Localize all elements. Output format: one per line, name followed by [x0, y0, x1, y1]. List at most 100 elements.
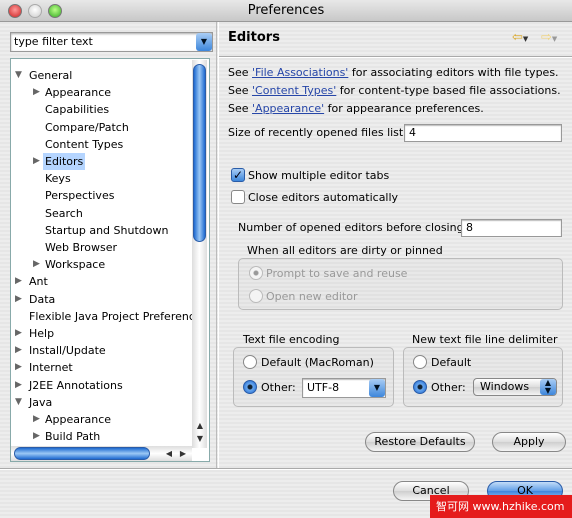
- tree-item[interactable]: ▼ Java: [11, 394, 191, 411]
- minimize-button[interactable]: [28, 4, 42, 18]
- tree-item[interactable]: ▶ Help: [11, 325, 191, 342]
- expanded-arrow-icon[interactable]: ▼: [15, 394, 22, 411]
- file-associations-line: See 'File Associations' for associating …: [228, 66, 559, 79]
- show-tabs-checkbox[interactable]: ✓: [231, 168, 245, 182]
- open-new-editor-label: Open new editor: [266, 290, 358, 303]
- delimiter-default-label: Default: [431, 356, 472, 369]
- link-prefix: See: [228, 102, 253, 115]
- footer-separator: [0, 468, 572, 470]
- tree-item-label: Web Browser: [45, 241, 118, 254]
- collapsed-arrow-icon[interactable]: ▶: [15, 291, 22, 308]
- forward-arrow-icon[interactable]: ⇨▼: [541, 30, 557, 45]
- encoding-other-radio[interactable]: [243, 380, 257, 394]
- num-editors-input[interactable]: 8: [461, 219, 562, 237]
- tree-item[interactable]: ▼ General: [11, 67, 191, 84]
- dropdown-arrow-icon[interactable]: ▼: [196, 33, 212, 51]
- tree-item-label: Compare/Patch: [45, 120, 129, 134]
- sash-divider[interactable]: [216, 22, 219, 468]
- file-associations-link[interactable]: 'File Associations': [252, 66, 348, 79]
- tree-item[interactable]: ▶ Install/Update: [11, 342, 191, 359]
- tree-item[interactable]: Compare/Patch: [11, 119, 191, 136]
- tree-item[interactable]: ▶ Appearance: [11, 411, 191, 428]
- tree-item[interactable]: Startup and Shutdown: [11, 222, 191, 239]
- tree-item[interactable]: ▶ Editors: [11, 153, 191, 170]
- tree-item[interactable]: Capabilities: [11, 101, 191, 118]
- delimiter-default-radio[interactable]: [413, 355, 427, 369]
- expanded-arrow-icon[interactable]: ▼: [15, 67, 22, 84]
- tree-item[interactable]: Keys: [11, 170, 191, 187]
- tree-item-label: Install/Update: [29, 344, 106, 358]
- restore-defaults-button[interactable]: Restore Defaults: [365, 432, 475, 452]
- scroll-left-icon[interactable]: ◀: [163, 449, 175, 458]
- num-editors-label: Number of opened editors before closing:: [238, 221, 468, 234]
- horizontal-scroll-thumb[interactable]: [14, 447, 150, 460]
- dropdown-arrow-icon[interactable]: ▼: [369, 379, 385, 397]
- tree-item[interactable]: ▶ Workspace: [11, 256, 191, 273]
- title-bar: Preferences: [0, 0, 572, 22]
- delimiter-title: New text file line delimiter: [412, 333, 558, 346]
- tree-item-label: Editors: [43, 153, 86, 170]
- tree-item-label: Data: [29, 292, 56, 306]
- tree-item[interactable]: ▶ Appearance: [11, 84, 191, 101]
- collapsed-arrow-icon[interactable]: ▶: [15, 273, 22, 290]
- tree-item-label: Internet: [29, 361, 73, 375]
- prompt-save-label: Prompt to save and reuse: [266, 267, 408, 280]
- tree-item-label: Capabilities: [45, 103, 110, 117]
- tree-item[interactable]: ▶ Build Path: [11, 428, 191, 445]
- collapsed-arrow-icon[interactable]: ▶: [15, 325, 22, 342]
- preference-tree[interactable]: ▼ General ▶ Appearance Capabilities Compare/P…: [10, 58, 210, 462]
- tree-item-label: Help: [29, 327, 55, 340]
- tree-item[interactable]: Flexible Java Project Preference: [11, 308, 202, 325]
- recent-files-input[interactable]: 4: [404, 124, 562, 142]
- content-types-link[interactable]: 'Content Types': [252, 84, 336, 97]
- collapsed-arrow-icon[interactable]: ▶: [33, 428, 40, 445]
- updown-arrow-icon[interactable]: ▲ ▼: [540, 379, 556, 395]
- open-new-editor-radio[interactable]: [249, 289, 263, 303]
- tree-item-label: Content Types: [45, 137, 124, 151]
- tree-item-label: Search: [45, 206, 83, 220]
- tree-item-label: Keys: [45, 172, 71, 186]
- collapsed-arrow-icon[interactable]: ▶: [33, 256, 40, 273]
- close-auto-checkbox[interactable]: [231, 190, 245, 204]
- scroll-up-icon[interactable]: ▲: [194, 421, 206, 430]
- content-types-line: See 'Content Types' for content-type bas…: [228, 84, 561, 97]
- scroll-right-icon[interactable]: ▶: [177, 449, 189, 458]
- header-separator: [219, 56, 572, 58]
- tree-item[interactable]: ▶ Ant: [11, 273, 191, 290]
- encoding-title: Text file encoding: [243, 333, 340, 346]
- show-tabs-label: Show multiple editor tabs: [248, 169, 390, 182]
- delimiter-other-radio[interactable]: [413, 380, 427, 394]
- tree-item-label: Appearance: [45, 413, 112, 426]
- tree-item[interactable]: ▶ J2EE Annotations: [11, 377, 191, 394]
- filter-input[interactable]: type filter text: [10, 32, 213, 52]
- encoding-default-radio[interactable]: [243, 355, 257, 369]
- back-arrow-icon[interactable]: ⇦▼: [512, 30, 528, 45]
- tree-item-label: Perspectives: [45, 189, 115, 203]
- close-button[interactable]: [8, 4, 22, 18]
- tree-item[interactable]: Search: [11, 205, 191, 222]
- zoom-button[interactable]: [48, 4, 62, 18]
- tree-item-label: J2EE Annotations: [29, 378, 123, 392]
- tree-item-label: Workspace: [45, 258, 106, 272]
- tree-item[interactable]: Web Browser: [11, 239, 191, 256]
- collapsed-arrow-icon[interactable]: ▶: [33, 153, 40, 170]
- collapsed-arrow-icon[interactable]: ▶: [33, 84, 40, 101]
- appearance-link[interactable]: 'Appearance': [252, 102, 324, 115]
- prompt-save-radio[interactable]: [249, 266, 263, 280]
- page-title: Editors: [228, 30, 280, 45]
- tree-item-label: Appearance: [45, 86, 112, 100]
- tree-item[interactable]: Perspectives: [11, 187, 191, 204]
- tree-item[interactable]: ▶ Data: [11, 291, 191, 308]
- tree-item-label: Build Path: [45, 430, 101, 444]
- collapsed-arrow-icon[interactable]: ▶: [15, 377, 22, 394]
- collapsed-arrow-icon[interactable]: ▶: [33, 411, 40, 428]
- tree-item[interactable]: ▶ Internet: [11, 359, 191, 376]
- tree-item-label: Ant: [29, 275, 48, 289]
- vertical-scroll-thumb[interactable]: [193, 64, 206, 242]
- apply-button[interactable]: Apply: [492, 432, 566, 452]
- link-suffix: for content-type based file associations…: [336, 84, 561, 97]
- tree-item[interactable]: Content Types: [11, 136, 191, 153]
- scroll-down-icon[interactable]: ▼: [194, 434, 206, 443]
- collapsed-arrow-icon[interactable]: ▶: [15, 342, 22, 359]
- collapsed-arrow-icon[interactable]: ▶: [15, 359, 22, 376]
